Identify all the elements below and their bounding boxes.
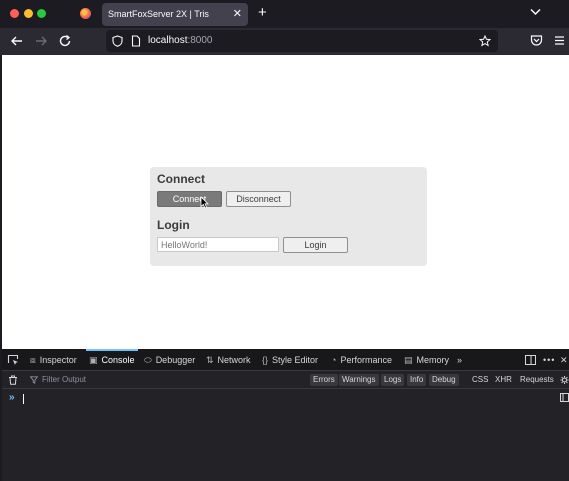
console-settings-gear-icon[interactable] bbox=[560, 375, 569, 385]
tab-debugger[interactable]: ⬭ Debugger bbox=[144, 349, 195, 371]
forward-arrow-icon[interactable] bbox=[34, 34, 48, 48]
url-port: :8000 bbox=[187, 35, 213, 46]
trash-icon[interactable] bbox=[8, 375, 18, 385]
tab-inspector[interactable]: ⧈ Inspector bbox=[30, 349, 77, 371]
devtools-panel: ⧈ Inspector ▣ Console ⬭ Debugger ⇅ Network {… bbox=[2, 349, 569, 481]
filter-output-input[interactable]: Filter Output bbox=[42, 375, 86, 384]
console-filter-bar: Filter Output Errors Warnings Logs Info … bbox=[2, 371, 569, 389]
reload-icon[interactable] bbox=[58, 34, 72, 48]
tab-style-editor-label: Style Editor bbox=[272, 355, 319, 365]
disconnect-button[interactable]: Disconnect bbox=[226, 191, 291, 207]
filter-icon bbox=[30, 376, 38, 384]
console-prompt-icon: » bbox=[9, 392, 15, 403]
console-output[interactable]: » bbox=[2, 390, 569, 481]
console-icon: ▣ bbox=[89, 355, 98, 365]
tab-style-editor[interactable]: {} Style Editor bbox=[262, 349, 318, 371]
navigation-bar: localhost:8000 bbox=[0, 28, 569, 55]
tab-memory-label: Memory bbox=[416, 355, 450, 365]
tab-title: SmartFoxServer 2X | Tris bbox=[108, 9, 209, 19]
login-button[interactable]: Login bbox=[283, 237, 348, 253]
inspector-icon: ⧈ bbox=[30, 355, 36, 365]
tab-console[interactable]: ▣ Console bbox=[86, 349, 138, 371]
browser-window: SmartFoxServer 2X | Tris ✕ + localhost:8… bbox=[0, 0, 569, 481]
mouse-cursor-icon bbox=[200, 196, 209, 209]
performance-icon: ◔ bbox=[331, 355, 337, 365]
back-arrow-icon[interactable] bbox=[10, 34, 24, 48]
tab-strip: SmartFoxServer 2X | Tris ✕ + bbox=[0, 0, 569, 28]
editor-mode-icon[interactable] bbox=[560, 393, 569, 402]
tab-memory[interactable]: ▤ Memory bbox=[404, 349, 449, 371]
style-editor-icon: {} bbox=[262, 355, 269, 365]
connect-button[interactable]: Connect bbox=[157, 191, 222, 207]
bookmark-star-icon[interactable] bbox=[479, 35, 491, 47]
username-input[interactable] bbox=[157, 237, 279, 252]
tab-performance[interactable]: ◔ Performance bbox=[331, 349, 392, 371]
filter-logs-button[interactable]: Logs bbox=[381, 374, 405, 386]
network-icon: ⇅ bbox=[206, 355, 214, 365]
firefox-menu-icon[interactable] bbox=[80, 8, 91, 19]
close-devtools-icon[interactable]: ✕ bbox=[560, 349, 568, 371]
filter-xhr-button[interactable]: XHR bbox=[495, 374, 512, 386]
devtools-toolbar: ⧈ Inspector ▣ Console ⬭ Debugger ⇅ Network {… bbox=[2, 349, 569, 371]
element-picker-icon[interactable] bbox=[7, 354, 19, 366]
dock-side-icon[interactable] bbox=[525, 355, 536, 365]
new-tab-button[interactable]: + bbox=[258, 5, 267, 21]
more-tools-icon[interactable]: » bbox=[457, 349, 462, 371]
shield-icon[interactable] bbox=[112, 35, 123, 47]
url-host: localhost bbox=[148, 35, 188, 46]
close-window-button[interactable] bbox=[10, 9, 19, 18]
connect-heading: Connect bbox=[157, 172, 205, 186]
connection-panel: Connect Connect Disconnect Login Login bbox=[150, 167, 427, 266]
tab-close-icon[interactable]: ✕ bbox=[233, 7, 242, 21]
list-all-tabs-icon[interactable] bbox=[530, 8, 541, 16]
tab-inspector-label: Inspector bbox=[39, 355, 77, 365]
filter-requests-button[interactable]: Requests bbox=[520, 374, 554, 386]
hamburger-menu-icon[interactable] bbox=[554, 34, 565, 47]
tab-console-label: Console bbox=[101, 355, 135, 365]
tab-debugger-label: Debugger bbox=[155, 355, 196, 365]
filter-errors-button[interactable]: Errors bbox=[310, 374, 338, 386]
tab-network-label: Network bbox=[217, 355, 251, 365]
url-text[interactable]: localhost:8000 bbox=[148, 35, 213, 46]
more-options-icon[interactable]: ••• bbox=[543, 349, 555, 371]
minimize-window-button[interactable] bbox=[24, 9, 33, 18]
login-heading: Login bbox=[157, 218, 190, 232]
debugger-icon: ⬭ bbox=[144, 355, 152, 365]
pocket-icon[interactable] bbox=[530, 34, 543, 47]
tab-network[interactable]: ⇅ Network bbox=[206, 349, 251, 371]
url-bar[interactable]: localhost:8000 bbox=[106, 30, 498, 52]
page-viewport: Connect Connect Disconnect Login Login bbox=[2, 55, 569, 349]
console-input-caret[interactable] bbox=[23, 394, 24, 404]
filter-warnings-button[interactable]: Warnings bbox=[339, 374, 379, 386]
browser-tab[interactable]: SmartFoxServer 2X | Tris ✕ bbox=[102, 3, 248, 26]
filter-debug-button[interactable]: Debug bbox=[429, 374, 459, 386]
tab-performance-label: Performance bbox=[340, 355, 392, 365]
filter-info-button[interactable]: Info bbox=[407, 374, 427, 386]
filter-css-button[interactable]: CSS bbox=[472, 374, 488, 386]
memory-icon: ▤ bbox=[404, 355, 413, 365]
zoom-window-button[interactable] bbox=[37, 9, 46, 18]
page-icon[interactable] bbox=[131, 35, 141, 47]
